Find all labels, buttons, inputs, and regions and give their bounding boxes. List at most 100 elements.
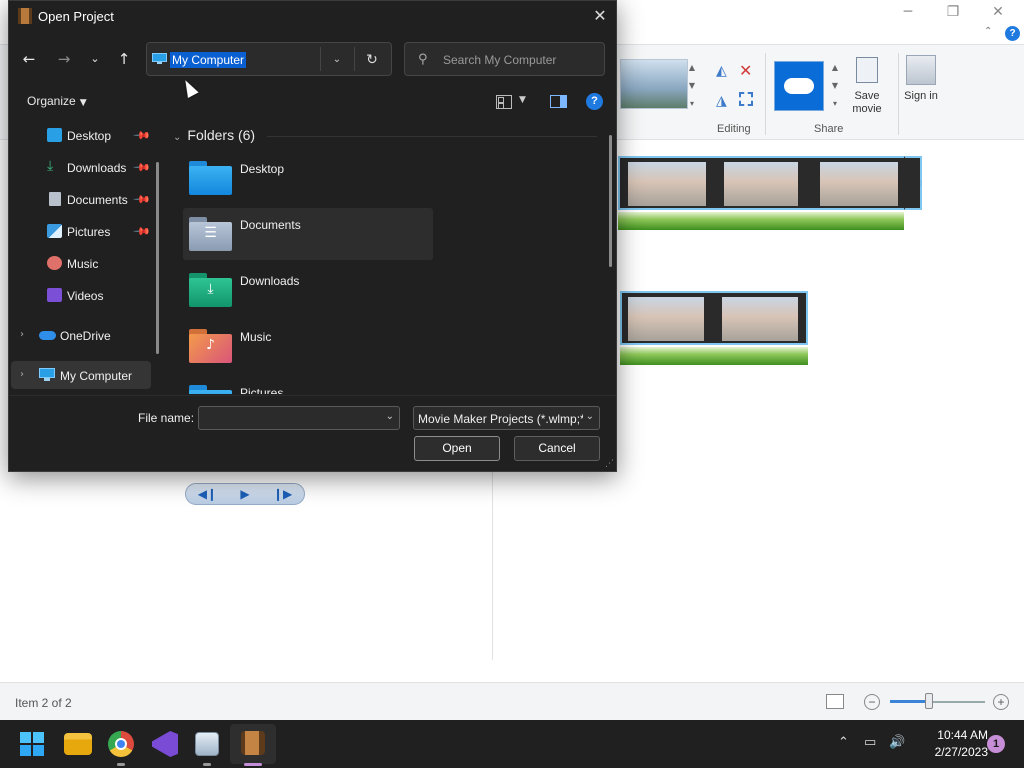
cancel-button[interactable]: Cancel bbox=[514, 436, 600, 461]
organize-button[interactable]: Organize ▼ bbox=[27, 94, 87, 108]
rotate-right-icon[interactable]: ◮ bbox=[716, 93, 727, 109]
forward-arrow-icon[interactable]: → bbox=[53, 48, 75, 70]
videos-icon bbox=[47, 288, 62, 302]
sidebar-item-pictures[interactable]: Pictures 📌 bbox=[11, 217, 151, 245]
change-view-icon[interactable] bbox=[496, 95, 512, 109]
file-list-scrollbar[interactable] bbox=[609, 135, 612, 267]
notification-badge[interactable]: 1 bbox=[987, 735, 1005, 753]
file-type-value: Movie Maker Projects (*.wlmp;* bbox=[418, 412, 583, 426]
app-help-icon[interactable]: ? bbox=[1005, 26, 1020, 41]
close-icon[interactable]: ✕ bbox=[588, 4, 612, 28]
expand-chevron-icon[interactable]: › bbox=[20, 369, 24, 380]
sidebar-item-downloads[interactable]: ⤓ Downloads 📌 bbox=[11, 153, 151, 181]
back-arrow-icon[interactable]: ← bbox=[18, 48, 40, 70]
show-hidden-icons-chevron-icon[interactable]: ⌃ bbox=[838, 735, 849, 750]
sidebar-item-documents[interactable]: Documents 📌 bbox=[11, 185, 151, 213]
play-icon[interactable]: ▶ bbox=[240, 487, 249, 501]
clip-frame bbox=[628, 162, 706, 206]
theme-thumbnail[interactable] bbox=[620, 59, 688, 109]
search-box[interactable]: ⚲ bbox=[404, 42, 605, 76]
app-taskbar-icon[interactable] bbox=[195, 732, 219, 756]
music-folder-icon: ♪ bbox=[189, 329, 232, 363]
folders-group-header[interactable]: ⌄ Folders (6) bbox=[173, 127, 255, 143]
chrome-taskbar-icon[interactable] bbox=[108, 731, 134, 757]
thumbnail-size-icon[interactable] bbox=[826, 694, 844, 709]
clock-date[interactable]: 2/27/2023 bbox=[912, 745, 988, 759]
documents-folder-icon: ☰ bbox=[189, 217, 232, 251]
video-clip-2[interactable] bbox=[620, 291, 808, 345]
volume-icon[interactable]: 🔊 bbox=[889, 735, 905, 750]
next-frame-icon[interactable]: ❙▶ bbox=[273, 487, 292, 501]
folder-item-documents[interactable]: ☰ Documents bbox=[183, 208, 433, 260]
resize-grip-icon[interactable]: ⋰ bbox=[605, 459, 614, 469]
address-dropdown-icon[interactable]: ⌄ bbox=[327, 51, 347, 69]
pictures-folder-icon bbox=[189, 385, 232, 394]
sidebar-scrollbar[interactable] bbox=[156, 162, 159, 354]
expand-chevron-icon[interactable]: › bbox=[20, 329, 24, 340]
movie-maker-taskbar-icon[interactable] bbox=[241, 731, 265, 755]
onedrive-share-button[interactable] bbox=[774, 61, 824, 111]
sidebar-item-label: Desktop bbox=[67, 129, 112, 143]
open-button[interactable]: Open bbox=[414, 436, 500, 461]
pin-icon[interactable]: 📌 bbox=[132, 126, 151, 145]
refresh-icon[interactable]: ↻ bbox=[361, 50, 383, 70]
file-explorer-taskbar-icon[interactable] bbox=[64, 733, 92, 755]
collapse-ribbon-icon[interactable]: ⌃ bbox=[984, 26, 992, 37]
sidebar-item-videos[interactable]: Videos bbox=[11, 281, 151, 309]
rotate-icon[interactable]: ◭ bbox=[716, 63, 727, 79]
minimize-button[interactable]: ─ bbox=[885, 2, 931, 22]
app-close-button[interactable]: ✕ bbox=[975, 2, 1021, 22]
sidebar-item-my-computer[interactable]: › My Computer bbox=[11, 361, 151, 389]
playback-controls: ◀❙ ▶ ❙▶ bbox=[185, 483, 305, 505]
address-bar[interactable]: My Computer ⌄ ↻ bbox=[146, 42, 392, 76]
downloads-icon: ⤓ bbox=[47, 158, 54, 174]
ribbon-group-editing: Editing bbox=[717, 123, 751, 135]
select-all-icon[interactable] bbox=[739, 92, 753, 106]
folder-item-pictures[interactable]: Pictures bbox=[183, 376, 433, 394]
sidebar-item-label: OneDrive bbox=[60, 329, 111, 343]
start-button[interactable] bbox=[20, 732, 44, 756]
sidebar-item-music[interactable]: Music bbox=[11, 249, 151, 277]
previous-frame-icon[interactable]: ◀❙ bbox=[198, 487, 217, 501]
sidebar-item-desktop[interactable]: Desktop 📌 bbox=[11, 121, 151, 149]
search-input[interactable] bbox=[443, 51, 593, 69]
file-type-select[interactable]: Movie Maker Projects (*.wlmp;* ⌄ bbox=[413, 406, 600, 430]
share-scroll-icon[interactable]: ▲ ▼ ▾ bbox=[829, 59, 841, 113]
pin-icon[interactable]: 📌 bbox=[132, 222, 151, 241]
sidebar-item-label: Pictures bbox=[67, 225, 111, 239]
theme-scroll-icon[interactable]: ▲ ▼ ▾ bbox=[686, 59, 698, 113]
folder-item-desktop[interactable]: Desktop bbox=[183, 152, 433, 204]
remove-icon[interactable]: ✕ bbox=[739, 61, 752, 80]
network-icon[interactable]: ▭ bbox=[864, 735, 876, 750]
audio-track-2[interactable] bbox=[620, 347, 808, 365]
visual-studio-taskbar-icon[interactable] bbox=[152, 731, 178, 757]
address-text[interactable]: My Computer bbox=[170, 52, 247, 68]
sidebar-item-onedrive[interactable]: › OneDrive bbox=[11, 321, 151, 349]
zoom-slider-thumb[interactable] bbox=[925, 693, 933, 709]
folder-label: Downloads bbox=[240, 274, 300, 288]
audio-track-1[interactable] bbox=[618, 212, 904, 230]
clock-time[interactable]: 10:44 AM bbox=[912, 728, 988, 742]
view-options-chevron-icon[interactable]: ▼ bbox=[519, 95, 526, 105]
onedrive-icon bbox=[39, 331, 56, 340]
pin-icon[interactable]: 📌 bbox=[132, 158, 151, 177]
zoom-out-button[interactable]: − bbox=[864, 694, 880, 710]
help-icon[interactable]: ? bbox=[586, 93, 603, 110]
preview-pane-icon[interactable] bbox=[550, 95, 567, 108]
chevron-down-icon[interactable]: ⌄ bbox=[386, 411, 394, 422]
video-clip-1[interactable] bbox=[618, 156, 922, 210]
zoom-in-button[interactable]: + bbox=[993, 694, 1009, 710]
file-name-combobox[interactable]: ⌄ bbox=[198, 406, 400, 430]
folder-item-downloads[interactable]: ⤓ Downloads bbox=[183, 264, 433, 316]
file-name-field[interactable] bbox=[203, 410, 373, 426]
recent-locations-chevron-icon[interactable]: ⌄ bbox=[84, 48, 106, 70]
save-movie-button[interactable]: Save movie bbox=[846, 90, 888, 116]
pin-icon[interactable]: 📌 bbox=[132, 190, 151, 209]
desktop-icon bbox=[47, 128, 62, 142]
sign-in-button[interactable]: Sign in bbox=[902, 90, 940, 103]
maximize-button[interactable]: ❐ bbox=[930, 2, 976, 22]
zoom-slider-fill bbox=[890, 700, 928, 703]
group-divider bbox=[267, 136, 597, 137]
up-arrow-icon[interactable]: ↑ bbox=[113, 48, 135, 70]
folder-item-music[interactable]: ♪ Music bbox=[183, 320, 433, 372]
